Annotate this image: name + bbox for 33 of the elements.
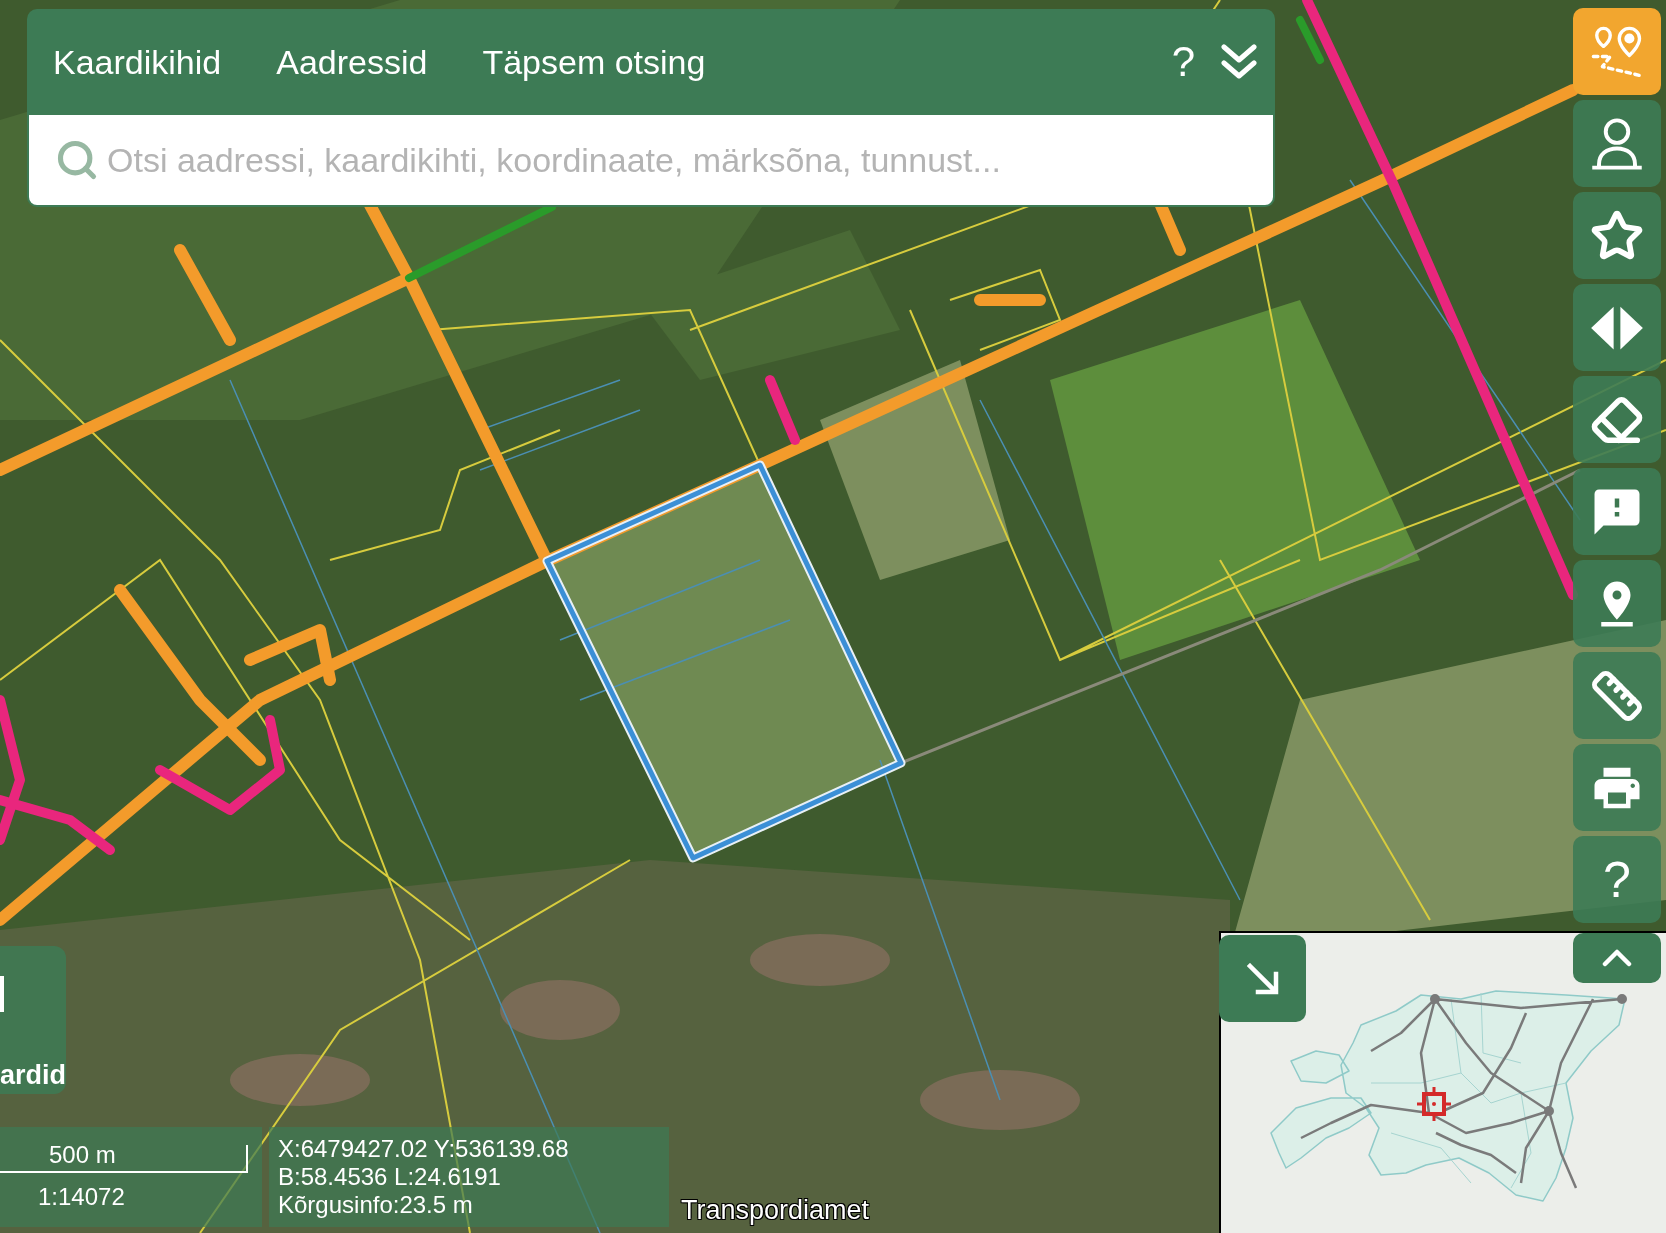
crosshair-icon <box>1417 1087 1451 1121</box>
tab[interactable]: Aadressid <box>276 41 428 83</box>
double-chevron-down-icon <box>1221 44 1257 80</box>
search-icon <box>55 138 99 182</box>
ruler-icon <box>1590 668 1644 723</box>
tab[interactable]: Täpsem otsing <box>482 41 706 83</box>
help-button[interactable]: ? <box>1573 836 1661 923</box>
collapse-toolbar-button[interactable] <box>1573 933 1661 983</box>
profile-button[interactable] <box>1573 100 1661 187</box>
coordinate-text: X:6479427.02 Y:536139.68 <box>278 1135 569 1163</box>
coordinate-text: B:58.4536 L:24.6191 <box>278 1163 501 1191</box>
search-field[interactable]: Otsi aadressi, kaardikihti, koordinaate, märksõna, tunnust... <box>27 115 1275 207</box>
person-icon <box>1590 116 1644 171</box>
help-button[interactable]: ? <box>1171 38 1195 86</box>
map-route-icon <box>1590 24 1644 79</box>
compare-button[interactable] <box>1573 284 1661 371</box>
scale-ratio: 1:14072 <box>38 1183 125 1211</box>
tab[interactable]: Kaardikihid <box>53 41 222 83</box>
coordinate-text: Kõrgusinfo:23.5 m <box>278 1191 473 1219</box>
favorites-button[interactable] <box>1573 192 1661 279</box>
feedback-button[interactable] <box>1573 468 1661 555</box>
expand-map-button[interactable] <box>1219 935 1306 1022</box>
side-panel-button[interactable]: ardid <box>0 946 66 1094</box>
print-button[interactable] <box>1573 744 1661 831</box>
bar-icon <box>0 976 4 1012</box>
scale-distance: 500 m <box>49 1141 116 1169</box>
marker-button[interactable] <box>1573 560 1661 647</box>
measure-button[interactable] <box>1573 652 1661 739</box>
erase-button[interactable] <box>1573 376 1661 463</box>
chevron-up-icon <box>1602 949 1632 967</box>
search-input[interactable]: Otsi aadressi, kaardikihti, koordinaate, märksõna, tunnust... <box>107 137 1253 183</box>
attribution-text: Transpordiamet <box>681 1194 870 1226</box>
diagonal-arrow-icon <box>1246 962 1279 995</box>
